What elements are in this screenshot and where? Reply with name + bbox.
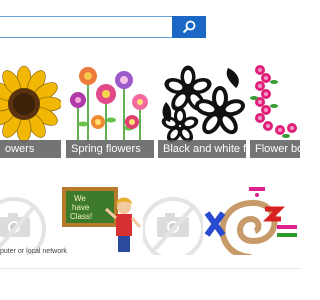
result-tile-camera-placeholder[interactable] [0,185,48,255]
camera-placeholder-icon [143,197,203,255]
board-text-line-2: have [72,203,90,212]
result-tile-black-white-flowers[interactable]: Black and white fl... [158,62,246,158]
camera-placeholder-icon [0,197,46,255]
result-tile-teacher-clipart[interactable]: We have Class! [58,185,143,255]
teacher-clipart-image: We have Class! [62,187,142,252]
math-symbols-image [204,187,297,255]
result-tile-sunflower[interactable]: owers [0,62,61,158]
result-caption: Black and white fl... [158,140,246,158]
result-tile-spring-flowers[interactable]: Spring flowers [66,62,154,158]
result-tile-flower-border[interactable]: Flower bord [250,62,300,158]
result-caption: owers [0,140,61,158]
search-icon [182,20,196,34]
search-input[interactable] [0,16,172,38]
result-tile-math-symbols[interactable] [203,185,300,255]
status-text: puter or local network [0,248,67,255]
search-bar [0,16,206,38]
result-caption: Spring flowers [66,140,154,158]
board-text-line-3: Class! [70,212,92,221]
board-text-line-1: We [74,194,86,203]
result-tile-camera-placeholder[interactable] [143,185,203,255]
search-button[interactable] [172,16,206,38]
divider [0,268,300,269]
result-caption: Flower bord [250,140,300,158]
